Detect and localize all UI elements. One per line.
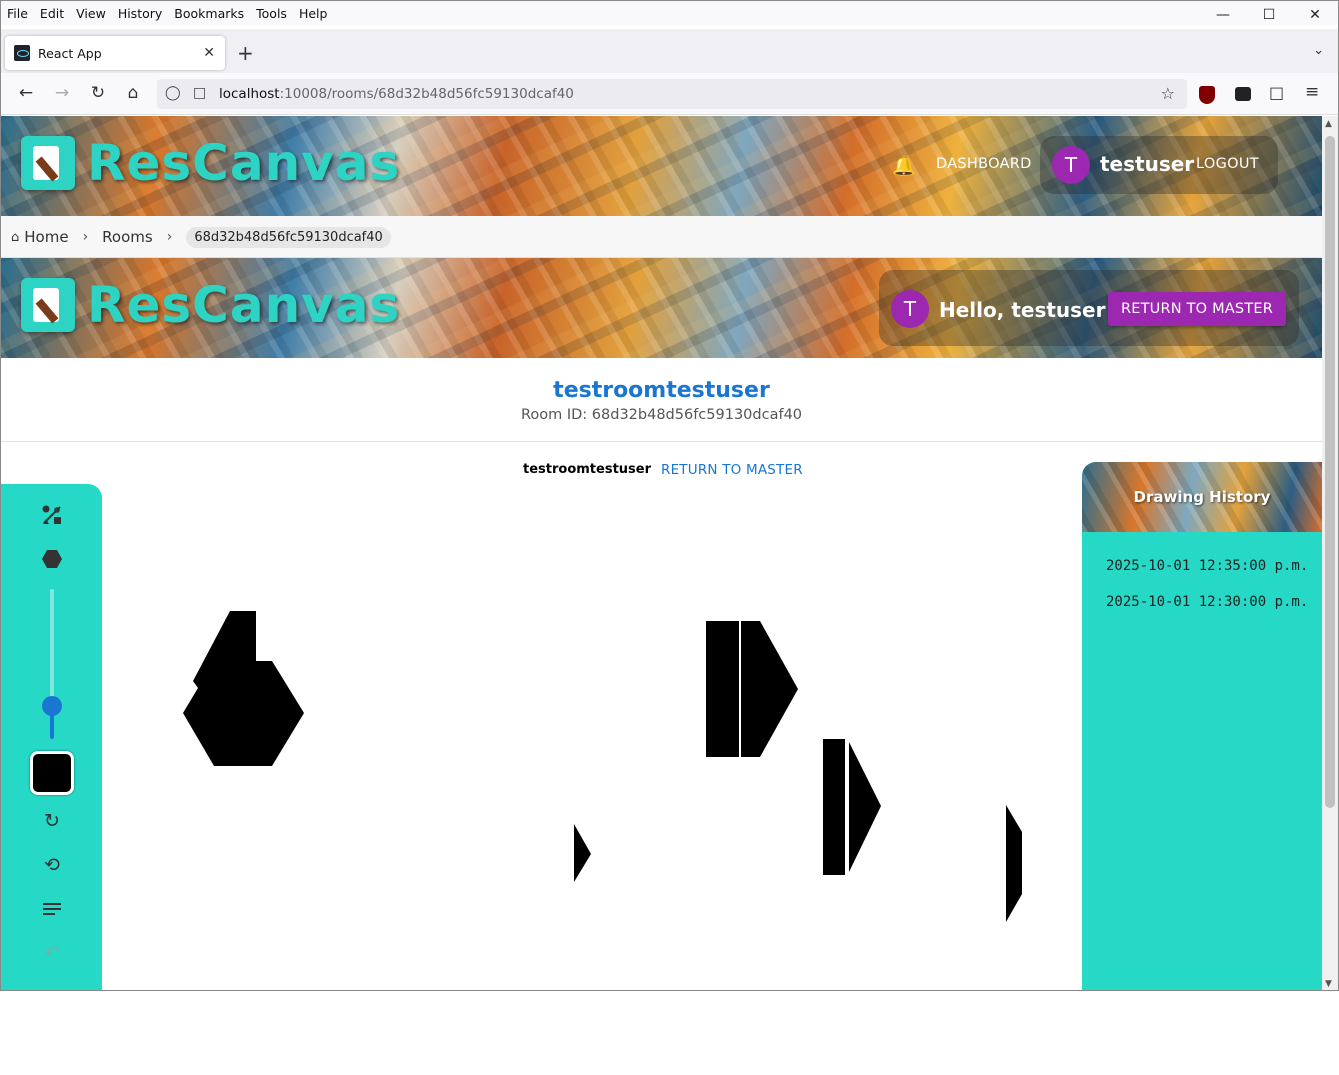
notes-icon[interactable] xyxy=(39,896,65,922)
mixed-shapes-icon[interactable] xyxy=(39,502,65,528)
extension-icon[interactable] xyxy=(1235,87,1251,101)
room-header: ResCanvas T Hello, testuser RETURN TO MA… xyxy=(1,258,1322,358)
avatar[interactable]: T xyxy=(891,290,929,328)
brand-name: ResCanvas xyxy=(87,134,401,192)
dashboard-button[interactable]: DASHBOARD xyxy=(936,156,1032,172)
browser-tab[interactable]: React App ✕ xyxy=(5,36,225,70)
extensions-puzzle-icon[interactable]: □ xyxy=(1269,83,1284,102)
paintbrush-logo-icon xyxy=(21,136,75,190)
canvas-room-name: testroomtestuser xyxy=(523,462,652,477)
menu-history[interactable]: History xyxy=(112,6,168,21)
header-actions: 🔔 DASHBOARD T testuser LOGOUT xyxy=(860,134,1300,196)
paintbrush-logo-icon xyxy=(21,278,75,332)
drawn-shape xyxy=(849,742,881,872)
drawing-canvas[interactable] xyxy=(102,484,1081,990)
history-title: Drawing History xyxy=(1133,488,1271,506)
breadcrumb-rooms[interactable]: Rooms xyxy=(102,228,153,246)
page-icon: □ xyxy=(193,85,207,101)
chevron-down-icon[interactable]: ⌄ xyxy=(1313,43,1324,58)
divider xyxy=(1,441,1322,442)
menu-bar: File Edit View History Bookmarks Tools H… xyxy=(1,1,1338,25)
menu-bookmarks[interactable]: Bookmarks xyxy=(168,6,250,21)
url-text[interactable]: localhost:10008/rooms/68d32b48d56fc59130… xyxy=(219,86,574,102)
close-tab-icon[interactable]: ✕ xyxy=(203,45,215,61)
history-icon[interactable]: ⟲ xyxy=(39,852,65,878)
ublock-icon[interactable] xyxy=(1199,86,1215,104)
browser-window: File Edit View History Bookmarks Tools H… xyxy=(0,0,1339,991)
scroll-down-icon[interactable]: ▼ xyxy=(1325,979,1332,989)
bell-icon[interactable]: 🔔 xyxy=(892,154,916,177)
breadcrumb-home-label: Home xyxy=(24,228,69,246)
canvas-return-to-master-link[interactable]: RETURN TO MASTER xyxy=(661,462,803,478)
undo-icon[interactable]: ↶ xyxy=(39,940,65,966)
history-item[interactable]: 2025-10-01 12:30:00 p.m. xyxy=(1106,594,1308,610)
logout-button[interactable]: LOGOUT xyxy=(1196,156,1259,172)
forward-icon[interactable]: → xyxy=(51,83,73,103)
breadcrumb-current-room: 68d32b48d56fc59130dcaf40 xyxy=(186,226,391,248)
new-tab-icon[interactable]: + xyxy=(237,41,254,65)
breadcrumb-home[interactable]: ⌂ Home xyxy=(11,228,69,246)
react-favicon-icon xyxy=(14,45,30,61)
menu-help[interactable]: Help xyxy=(293,6,334,21)
shield-icon[interactable]: ◯ xyxy=(165,85,181,101)
drawn-shape xyxy=(183,611,304,766)
brand-name: ResCanvas xyxy=(87,276,401,334)
menu-edit[interactable]: Edit xyxy=(34,6,70,21)
drawn-shape xyxy=(706,621,739,757)
refresh-icon[interactable]: ↻ xyxy=(39,808,65,834)
tab-bar: React App ✕ + ⌄ xyxy=(1,29,1338,73)
color-swatch[interactable] xyxy=(30,751,74,795)
drawn-shape xyxy=(741,621,798,757)
drawing-history-panel: Drawing History 2025-10-01 12:35:00 p.m.… xyxy=(1082,462,1322,990)
page-content: ResCanvas 🔔 DASHBOARD T testuser LOGOUT … xyxy=(1,116,1322,990)
minimize-icon[interactable]: — xyxy=(1200,1,1246,29)
username: testuser xyxy=(1100,152,1195,176)
room-title: testroomtestuser xyxy=(553,378,770,403)
bookmark-star-icon[interactable]: ☆ xyxy=(1161,84,1175,103)
breadcrumb: ⌂ Home › Rooms › 68d32b48d56fc59130dcaf4… xyxy=(1,216,1322,258)
chevron-right-icon: › xyxy=(166,229,173,245)
history-item[interactable]: 2025-10-01 12:35:00 p.m. xyxy=(1106,558,1308,574)
menu-view[interactable]: View xyxy=(70,6,112,21)
home-crumb-icon: ⌂ xyxy=(11,229,20,245)
drawn-shape xyxy=(1006,805,1022,922)
rescanvas-logo[interactable]: ResCanvas xyxy=(21,276,400,334)
drawn-shape xyxy=(823,739,845,875)
drawn-shape xyxy=(574,824,591,882)
reload-icon[interactable]: ↻ xyxy=(87,83,109,103)
home-icon[interactable]: ⌂ xyxy=(122,83,144,103)
tab-title: React App xyxy=(38,45,102,61)
hexagon-icon[interactable] xyxy=(39,546,65,572)
url-bar[interactable]: ◯ □ localhost:10008/rooms/68d32b48d56fc5… xyxy=(157,79,1187,109)
close-window-icon[interactable]: ✕ xyxy=(1292,1,1338,29)
page-scrollbar[interactable]: ▲ ▼ xyxy=(1322,116,1338,990)
room-id: Room ID: 68d32b48d56fc59130dcaf40 xyxy=(520,407,803,423)
return-to-master-button[interactable]: RETURN TO MASTER xyxy=(1108,292,1286,326)
rescanvas-logo[interactable]: ResCanvas xyxy=(21,134,400,192)
canvas-drawing xyxy=(183,611,1022,922)
hamburger-menu-icon[interactable]: ≡ xyxy=(1305,82,1319,102)
menu-file[interactable]: File xyxy=(1,6,34,21)
app-header: ResCanvas 🔔 DASHBOARD T testuser LOGOUT xyxy=(1,116,1322,216)
scrollbar-thumb[interactable] xyxy=(1325,136,1335,808)
avatar[interactable]: T xyxy=(1052,146,1090,184)
back-icon[interactable]: ← xyxy=(15,83,37,103)
drawing-toolbar: ↻ ⟲ ↶ xyxy=(1,484,102,990)
greeting: Hello, testuser xyxy=(939,298,1106,322)
navigation-bar: ← → ↻ ⌂ ◯ □ localhost:10008/rooms/68d32b… xyxy=(1,73,1338,115)
brush-size-thumb[interactable] xyxy=(42,696,62,716)
window-controls: — ☐ ✕ xyxy=(1200,1,1338,29)
room-user-panel: T Hello, testuser RETURN TO MASTER xyxy=(879,270,1299,346)
menu-tools[interactable]: Tools xyxy=(250,6,293,21)
user-pill: T testuser LOGOUT xyxy=(1040,136,1278,194)
scroll-up-icon[interactable]: ▲ xyxy=(1325,119,1332,129)
chevron-right-icon: › xyxy=(82,229,89,245)
maximize-icon[interactable]: ☐ xyxy=(1246,1,1292,29)
